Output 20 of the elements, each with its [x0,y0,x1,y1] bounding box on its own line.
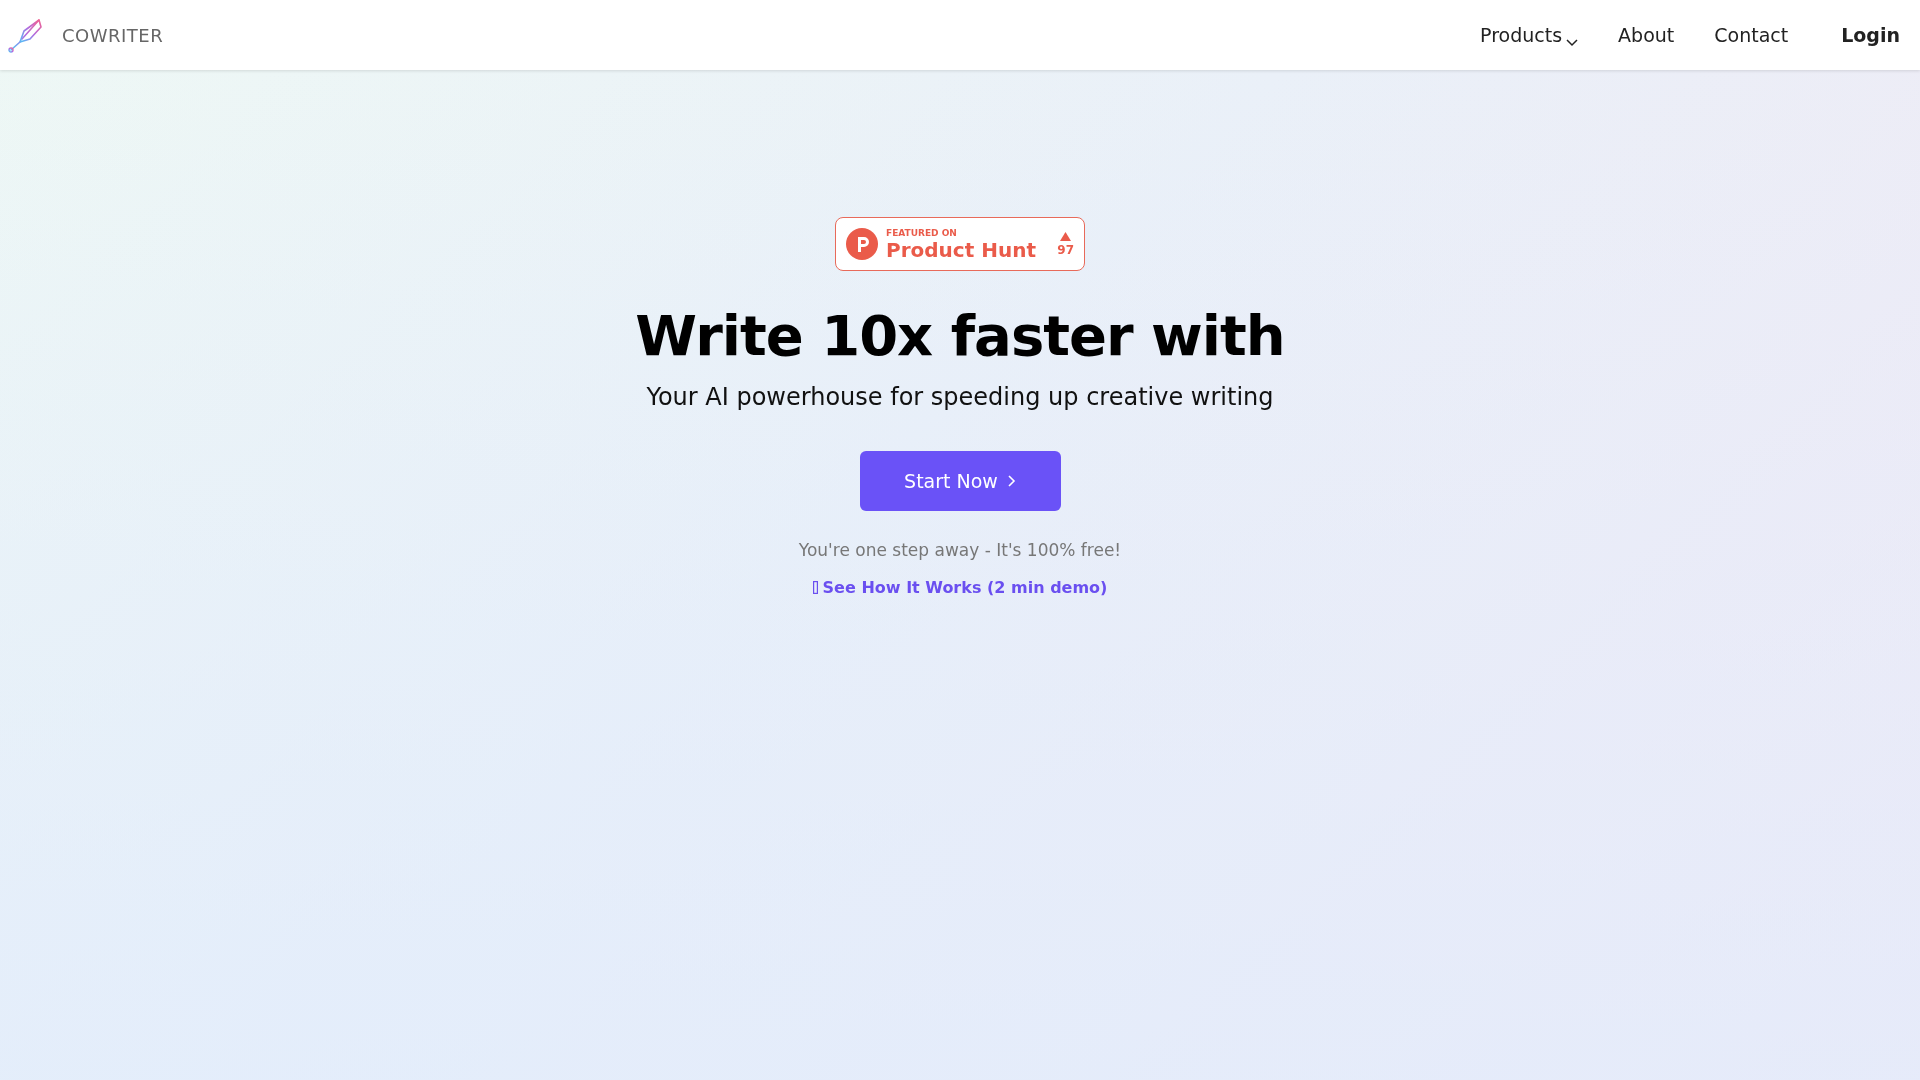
chevron-down-icon [1566,39,1579,48]
upvote-count: 97 [1057,244,1074,256]
feather-icon [8,17,42,53]
badge-title: Product Hunt [886,239,1036,260]
product-hunt-badge[interactable]: FEATURED ON Product Hunt 97 [835,217,1085,271]
start-now-button[interactable]: Start Now [859,451,1061,511]
products-menu-link[interactable]: Products [1480,20,1579,50]
brand-name: COWRITER [62,23,164,48]
placeholder-glyph-icon [812,581,818,594]
badge-caption: FEATURED ON [886,228,958,238]
free-note: You're one step away - It's 100% free! [798,539,1122,562]
demo-link[interactable]: See How It Works (2 min demo) [812,575,1108,600]
nav-link[interactable]: Contact [1714,23,1789,46]
nav-link[interactable]: About [1618,23,1675,46]
hero-subtitle: Your AI powerhouse for speeding up creative writing [646,382,1274,413]
letter-circle-icon [846,228,878,260]
triangle-up-icon [1060,232,1072,241]
chevron-right-icon [1007,475,1016,487]
login-link[interactable]: Login [1841,23,1900,46]
hero-heading: Write 10x faster with [635,302,1285,370]
